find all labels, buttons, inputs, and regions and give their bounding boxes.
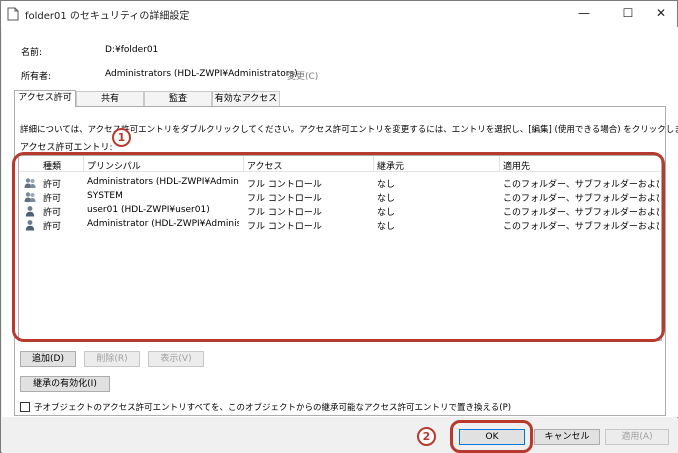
owner-label: 所有者: (21, 72, 52, 82)
tab-permissions[interactable]: アクセス許可 (14, 90, 76, 107)
add-button[interactable]: 追加(D) (20, 351, 76, 367)
close-button[interactable]: ✕ (646, 1, 676, 25)
view-button[interactable]: 表示(V) (148, 351, 204, 367)
title-bar[interactable]: folder01 のセキュリティの詳細設定 — ☐ ✕ (1, 1, 677, 27)
tab-sharing[interactable]: 共有 (76, 91, 144, 106)
maximize-button[interactable]: ☐ (613, 1, 643, 25)
name-label: 名前: (21, 48, 43, 58)
tab-auditing[interactable]: 監査 (144, 91, 212, 106)
remove-button[interactable]: 削除(R) (84, 351, 140, 367)
tab-effective-access[interactable]: 有効なアクセス (212, 91, 280, 106)
advanced-security-dialog: folder01 のセキュリティの詳細設定 — ☐ ✕ 名前: D:¥folde… (0, 0, 678, 453)
callout-highlight-entries-list (12, 152, 665, 342)
owner-change-link[interactable]: 変更(C) (287, 69, 318, 82)
replace-child-permissions-checkbox[interactable] (20, 402, 30, 412)
replace-child-permissions-label[interactable]: 子オブジェクトのアクセス許可エントリすべてを、このオブジェクトからの継承可能なア… (34, 401, 511, 413)
window-title: folder01 のセキュリティの詳細設定 (25, 11, 190, 22)
minimize-button[interactable]: — (569, 1, 599, 25)
callout-number-2: 2 (417, 427, 436, 446)
cancel-button[interactable]: キャンセル (534, 429, 600, 445)
document-icon (7, 7, 19, 21)
apply-button[interactable]: 適用(A) (605, 429, 669, 445)
name-value: D:¥folder01 (105, 45, 159, 55)
enable-inheritance-button[interactable]: 継承の有効化(I) (20, 376, 110, 392)
callout-number-1: 1 (112, 128, 131, 147)
owner-value: Administrators (HDL-ZWPI¥Administrators) (105, 69, 298, 79)
callout-highlight-ok-button (450, 420, 533, 453)
